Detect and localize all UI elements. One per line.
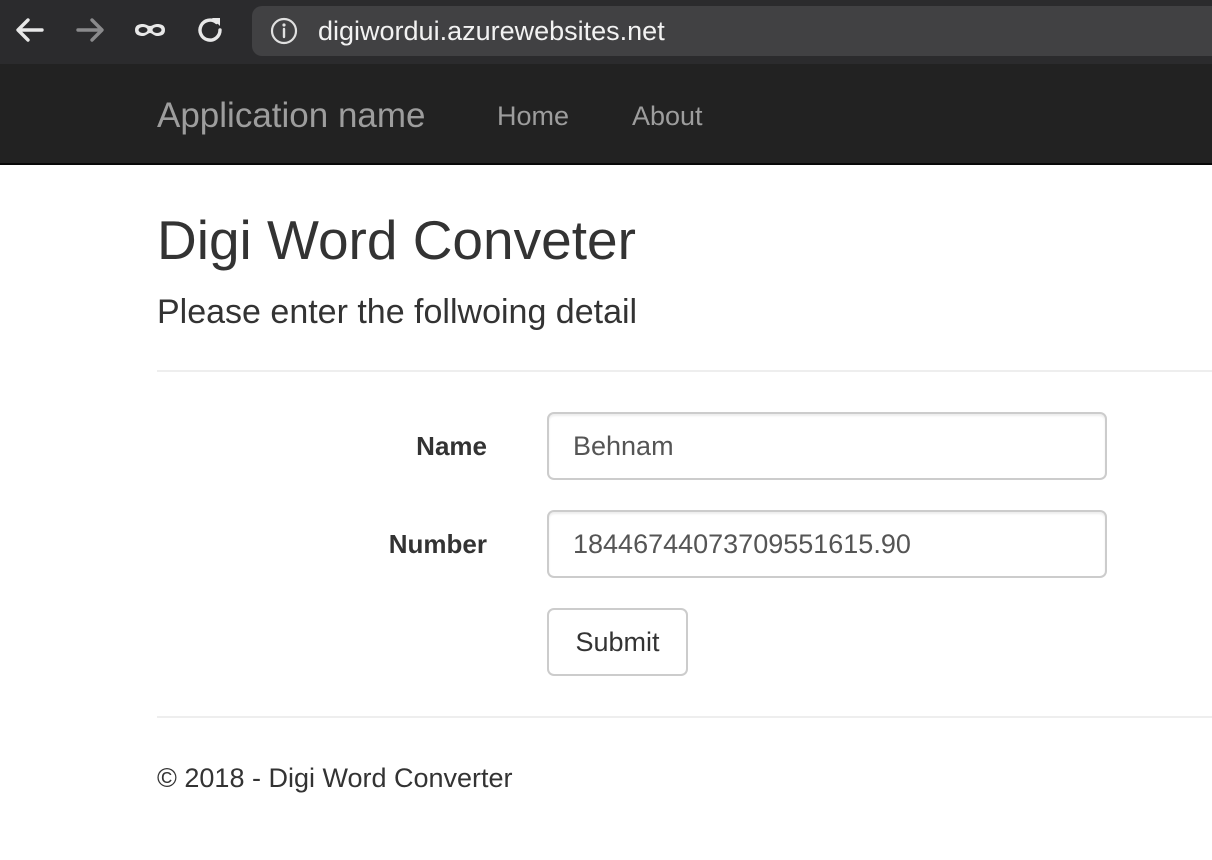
arrow-right-icon[interactable] <box>72 12 108 48</box>
address-bar[interactable]: digiwordui.azurewebsites.net <box>252 6 1212 56</box>
info-circle-icon[interactable] <box>270 17 298 45</box>
footer-copyright: © 2018 - Digi Word Converter <box>157 763 513 793</box>
incognito-mask-icon <box>132 12 168 48</box>
name-label: Name <box>416 431 487 461</box>
arrow-left-icon[interactable] <box>12 12 48 48</box>
number-label: Number <box>388 529 487 559</box>
page-subtitle: Please enter the follwoing detail <box>157 293 638 331</box>
nav-link-about[interactable]: About <box>632 100 703 132</box>
number-input[interactable] <box>547 510 1107 578</box>
navbar-brand[interactable]: Application name <box>157 96 426 136</box>
divider <box>157 370 1212 372</box>
nav-link-home[interactable]: Home <box>497 100 569 132</box>
reload-icon[interactable] <box>192 12 228 48</box>
url-text[interactable]: digiwordui.azurewebsites.net <box>318 16 665 46</box>
name-input[interactable] <box>547 412 1107 480</box>
browser-toolbar: digiwordui.azurewebsites.net <box>0 0 1212 64</box>
site-navbar: Application name Home About <box>0 64 1212 165</box>
page-title: Digi Word Conveter <box>157 209 636 271</box>
footer-divider <box>157 716 1212 718</box>
submit-button[interactable]: Submit <box>547 608 688 676</box>
